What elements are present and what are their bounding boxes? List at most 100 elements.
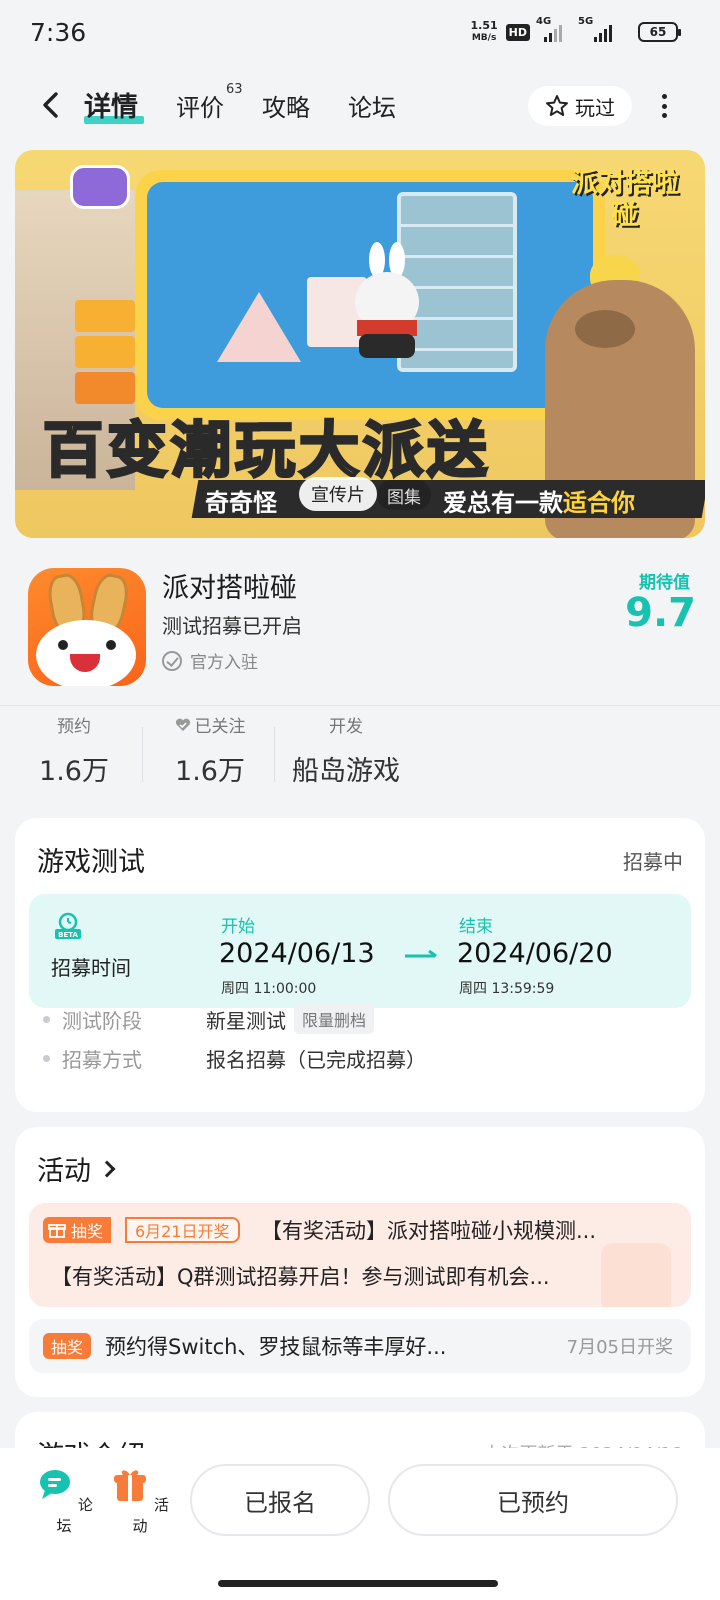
app-header: 派对搭啦碰 测试招募已开启 官方入驻 期待值 9.7: [0, 550, 720, 700]
hd-icon: HD: [505, 23, 530, 41]
net-speed-value: 1.51: [470, 19, 498, 32]
lottery-badge-label: 抽奖: [71, 1222, 104, 1241]
stat-developer-label: 开发: [329, 717, 363, 737]
recruit-method-value: 报名招募（已完成招募）: [206, 1048, 426, 1072]
recruit-method-row: 招募方式 报名招募（已完成招募）: [37, 1044, 426, 1073]
arrow-right-icon: [405, 950, 437, 958]
gift-icon: [114, 1470, 147, 1501]
start-label: 开始: [221, 917, 255, 937]
chevron-right-icon: [98, 1160, 116, 1177]
app-name: 派对搭啦碰: [162, 573, 297, 604]
net-speed-unit: MB/s: [471, 33, 497, 43]
slogan-part2: 大派送: [298, 415, 491, 488]
tab-guides[interactable]: 攻略: [262, 88, 310, 123]
reviews-count-badge: 63: [226, 82, 243, 97]
net-speed: 1.51 MB/s: [471, 20, 498, 44]
verified-label: 官方入驻: [190, 653, 258, 673]
more-options-icon[interactable]: [660, 94, 668, 118]
test-state: 招募中: [623, 850, 683, 874]
activity-item-title: 预约得Switch、罗技鼠标等丰厚好...: [105, 1335, 447, 1359]
bottom-forum[interactable]: 论坛: [34, 1466, 94, 1536]
tab-reviews[interactable]: 评价: [176, 88, 224, 123]
beta-clock-icon: BETA: [55, 912, 81, 939]
app-status: 测试招募已开启: [162, 614, 302, 638]
test-phase-key: 测试阶段: [62, 1008, 142, 1033]
signal-icon-sim2: 5G: [578, 16, 620, 42]
status-time: 7:36: [30, 18, 87, 47]
app-icon: [28, 568, 146, 686]
start-time: 周四 11:00:00: [221, 981, 317, 997]
stat-developer-value: 船岛游戏: [292, 756, 400, 787]
recruit-time-box: BETA 招募时间 开始 2024/06/13 周四 11:00:00 结束 2…: [29, 894, 691, 1008]
game-intro-card[interactable]: 游戏介绍 上次更新于 2024/04/18: [15, 1412, 705, 1452]
test-phase-row: 测试阶段 新星测试 限量删档: [37, 1004, 375, 1034]
reserved-button[interactable]: 已预约: [388, 1464, 678, 1536]
signed-up-button[interactable]: 已报名: [190, 1464, 370, 1536]
bottom-action-bar: 论坛 活动 已报名 已预约: [0, 1448, 720, 1600]
test-phase-tag: 限量删档: [294, 1004, 375, 1034]
stats-row: 预约 1.6万 已关注 1.6万 开发 船岛游戏: [0, 712, 720, 802]
gift-icon: [48, 1224, 66, 1238]
promo-video-banner[interactable]: 派对搭啦碰 百变潮玩大派送 奇奇怪 爱总有一款适合你 图集 宣传片: [15, 150, 705, 538]
lottery-badge: 抽奖: [43, 1333, 92, 1359]
heart-check-icon: [175, 718, 190, 731]
slogan-part1: 百变潮玩: [42, 415, 299, 488]
subline-highlight: 适合你: [563, 489, 635, 517]
end-date: 2024/06/20: [457, 938, 613, 969]
end-label: 结束: [459, 917, 493, 937]
stat-developer[interactable]: 开发 船岛游戏: [288, 712, 404, 788]
activity-card: 活动 抽奖 6月21日开奖 【有奖活动】派对搭啦碰小规模测... 【有奖活动】Q…: [15, 1127, 705, 1397]
top-nav: 详情 评价 63 攻略 论坛 玩过: [0, 70, 720, 140]
svg-text:BETA: BETA: [58, 931, 78, 939]
verified-check-icon: [162, 650, 182, 671]
recruit-time-label: 招募时间: [51, 956, 131, 980]
played-label: 玩过: [575, 95, 615, 120]
back-arrow-icon[interactable]: [36, 90, 66, 120]
stat-reservations-label: 预约: [57, 717, 91, 737]
stat-followers[interactable]: 已关注 1.6万: [162, 712, 258, 788]
bottom-activity[interactable]: 活动: [110, 1466, 170, 1536]
star-icon: [546, 95, 568, 116]
test-phase-value: 新星测试: [206, 1008, 286, 1033]
subline-part2: 爱总有一款: [443, 489, 563, 517]
expect-score: 9.7: [625, 590, 696, 636]
activity-item-featured[interactable]: 抽奖 6月21日开奖 【有奖活动】派对搭啦碰小规模测... 【有奖活动】Q群测试…: [29, 1203, 691, 1307]
battery-icon: 65: [638, 22, 681, 42]
status-bar: 7:36 1.51 MB/s HD 4G 5G 65: [0, 0, 720, 70]
media-tab-gallery[interactable]: 图集: [377, 480, 431, 510]
game-test-card: 游戏测试 招募中 BETA 招募时间 开始 2024/06/13 周四 11:0…: [15, 818, 705, 1112]
stat-reservations: 预约 1.6万: [30, 712, 118, 788]
end-time: 周四 13:59:59: [459, 981, 555, 997]
media-tab-trailer[interactable]: 宣传片: [299, 477, 377, 511]
stat-followers-value: 1.6万: [175, 756, 245, 787]
test-card-title: 游戏测试: [37, 847, 145, 878]
banner-tv-frame: [135, 170, 605, 420]
start-date: 2024/06/13: [219, 938, 375, 969]
activity-item[interactable]: 抽奖 预约得Switch、罗技鼠标等丰厚好... 7月05日开奖: [29, 1319, 691, 1373]
subline-part1: 奇奇怪: [205, 489, 277, 517]
official-verified: 官方入驻: [162, 648, 258, 673]
stat-followers-label: 已关注: [194, 717, 246, 737]
signal-icon-sim1: 4G: [536, 16, 566, 42]
tab-forum[interactable]: 论坛: [348, 88, 396, 123]
activity-title-label: 活动: [37, 1156, 91, 1187]
activity-featured-title: 【有奖活动】派对搭啦碰小规模测...: [261, 1219, 597, 1243]
sim2-label: 5G: [578, 16, 594, 27]
tab-details[interactable]: 详情: [84, 85, 138, 124]
banner-slogan: 百变潮玩大派送: [42, 402, 491, 489]
recruit-method-key: 招募方式: [62, 1048, 142, 1072]
activity-featured-desc: 【有奖活动】Q群测试招募开启！参与测试即有机会...: [51, 1265, 550, 1289]
home-indicator[interactable]: [218, 1580, 498, 1587]
chat-bubble-icon: [40, 1470, 71, 1499]
draw-date-badge: 6月21日开奖: [125, 1217, 240, 1243]
played-button[interactable]: 玩过: [528, 86, 632, 126]
sim1-label: 4G: [536, 16, 552, 27]
activity-title[interactable]: 活动: [37, 1149, 116, 1188]
activity-item-draw-date: 7月05日开奖: [566, 1337, 673, 1358]
divider: [0, 705, 720, 706]
gamepad-icon: [70, 165, 130, 209]
banner-game-logo: 派对搭啦碰: [571, 168, 679, 231]
bunny-character: [355, 242, 419, 358]
lottery-badge: 抽奖: [43, 1217, 112, 1243]
stat-reservations-value: 1.6万: [39, 756, 109, 787]
